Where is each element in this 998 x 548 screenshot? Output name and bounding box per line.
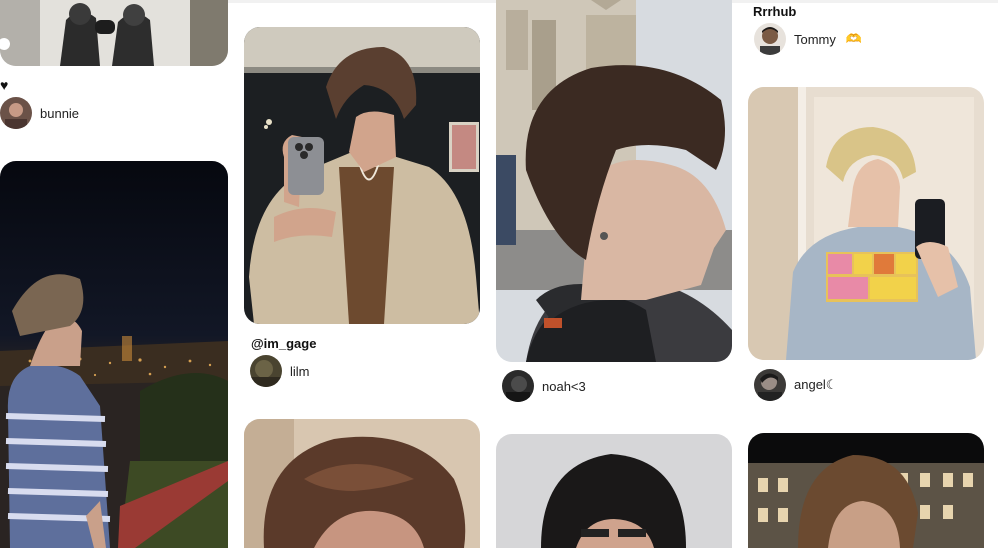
pin-title[interactable]: Rrrhub [753,4,796,19]
side-profile-photo [496,0,732,362]
pin-image[interactable] [748,87,984,360]
author-name: noah<3 [542,378,586,394]
night-building-photo [748,433,984,548]
author-name: Tommy [794,31,836,47]
heart-hands-icon: 🫶 [845,31,863,46]
night-city-photo [0,161,228,548]
boxers-photo [0,0,228,66]
pin-author[interactable]: noah<3 [502,370,586,402]
hair-closeup-photo [244,419,480,548]
pin-author[interactable]: bunnie [0,97,79,129]
avatar [0,97,32,129]
pin-image[interactable] [244,27,480,324]
heart-icon: ♥ [0,77,9,93]
author-name: bunnie [40,105,80,121]
avatar [250,355,282,387]
avatar [754,369,786,401]
pin-image[interactable] [244,419,480,548]
avatar [754,23,786,55]
pin-author[interactable]: angel☾ [754,369,837,401]
pin-image[interactable] [496,0,732,362]
hair-grey-photo [496,434,732,548]
avatar [502,370,534,402]
pin-author[interactable]: Tommy 🫶 [754,23,862,55]
pin-title[interactable]: @im_gage [251,336,316,351]
pin-image[interactable] [748,433,984,548]
mirror-selfie-hoodie-photo [748,87,984,360]
pin-author[interactable]: lilm [250,355,310,387]
author-name: angel☾ [794,377,838,392]
pin-image[interactable] [0,161,228,548]
pin-image[interactable] [496,434,732,548]
author-name: lilm [290,363,310,379]
pin-image[interactable] [0,0,228,66]
mirror-selfie-photo [244,27,480,324]
